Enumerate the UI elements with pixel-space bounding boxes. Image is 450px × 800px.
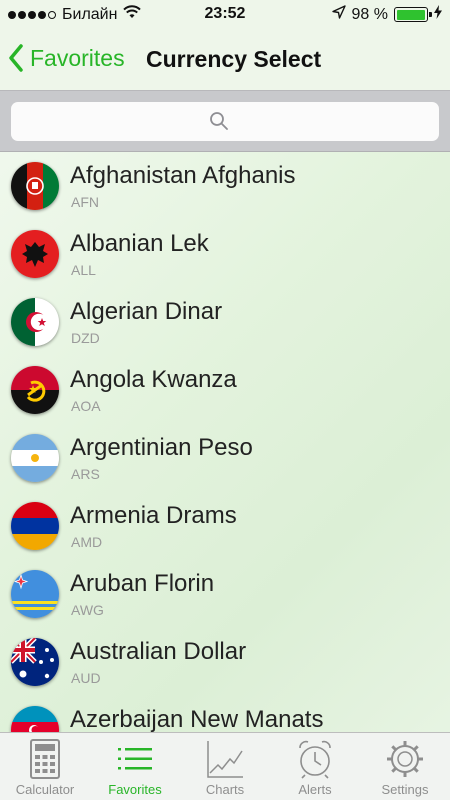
- currency-row-amd[interactable]: Armenia Drams AMD: [0, 492, 450, 560]
- currency-list: Afghanistan Afghanis AFN Albanian Lek AL…: [0, 152, 450, 732]
- afghanistan-flag-icon: [11, 162, 59, 210]
- tab-calculator[interactable]: Calculator: [0, 733, 90, 800]
- tab-label: Calculator: [15, 782, 75, 797]
- list-icon: [118, 747, 152, 776]
- currency-name: Aruban Florin: [70, 570, 215, 597]
- currency-code: AUD: [71, 670, 101, 686]
- currency-name: Australian Dollar: [70, 638, 247, 665]
- tab-bar: Calculator Favorites Charts Alerts Setti…: [0, 732, 450, 800]
- back-label: Favorites: [30, 44, 125, 71]
- tab-label: Settings: [381, 782, 429, 797]
- currency-code: DZD: [71, 330, 100, 346]
- tab-label: Charts: [205, 782, 245, 797]
- currency-row-aud[interactable]: Australian Dollar AUD: [0, 628, 450, 696]
- search-bar: [0, 90, 450, 152]
- page-title: Currency Select: [146, 46, 322, 72]
- currency-row-ars[interactable]: Argentinian Peso ARS: [0, 424, 450, 492]
- currency-name: Argentinian Peso: [70, 434, 253, 461]
- currency-code: AWG: [71, 602, 104, 618]
- aruba-flag-icon: [11, 570, 59, 618]
- currency-code: AFN: [71, 194, 99, 210]
- algeria-flag-icon: [11, 298, 59, 346]
- currency-row-afn[interactable]: Afghanistan Afghanis AFN: [0, 152, 450, 220]
- currency-row-azn[interactable]: Azerbaijan New Manats: [0, 696, 450, 732]
- chart-icon: [206, 739, 244, 784]
- armenia-flag-icon: [11, 502, 59, 550]
- alarm-clock-icon: [296, 739, 334, 784]
- currency-code: AMD: [71, 534, 103, 550]
- status-bar: Билайн 23:52 98 %: [0, 0, 450, 30]
- currency-row-dzd[interactable]: Algerian Dinar DZD: [0, 288, 450, 356]
- argentina-flag-icon: [11, 434, 59, 482]
- navigation-bar: Favorites Currency Select: [0, 30, 450, 90]
- currency-name: Afghanistan Afghanis: [70, 162, 296, 189]
- calculator-icon: [30, 739, 60, 784]
- currency-name: Angola Kwanza: [70, 366, 237, 393]
- currency-row-all[interactable]: Albanian Lek ALL: [0, 220, 450, 288]
- currency-name: Algerian Dinar: [70, 298, 223, 325]
- location-arrow-icon: [331, 5, 346, 24]
- angola-flag-icon: [11, 366, 59, 414]
- tab-charts[interactable]: Charts: [180, 733, 270, 800]
- tab-favorites[interactable]: Favorites: [90, 733, 180, 800]
- currency-row-aoa[interactable]: Angola Kwanza AOA: [0, 356, 450, 424]
- currency-name: Azerbaijan New Manats: [70, 706, 324, 732]
- currency-code: ALL: [71, 262, 96, 278]
- tab-alerts[interactable]: Alerts: [270, 733, 360, 800]
- gear-icon: [385, 739, 425, 784]
- status-right: 98 %: [331, 5, 442, 24]
- currency-name: Albanian Lek: [70, 230, 209, 257]
- tab-settings[interactable]: Settings: [360, 733, 450, 800]
- currency-code: AOA: [71, 398, 101, 414]
- back-button[interactable]: Favorites: [8, 44, 125, 72]
- currency-row-awg[interactable]: Aruban Florin AWG: [0, 560, 450, 628]
- chevron-left-icon: [8, 44, 24, 72]
- currency-code: ARS: [71, 466, 100, 482]
- tab-label: Favorites: [108, 782, 162, 797]
- battery-icon: [394, 7, 432, 22]
- australia-flag-icon: [11, 638, 59, 686]
- search-input[interactable]: [11, 102, 439, 141]
- albania-flag-icon: [11, 230, 59, 278]
- battery-percent: 98 %: [351, 5, 388, 23]
- tab-label: Alerts: [298, 782, 332, 797]
- currency-name: Armenia Drams: [70, 502, 237, 529]
- azerbaijan-flag-icon: [11, 706, 59, 732]
- charging-bolt-icon: [434, 5, 442, 24]
